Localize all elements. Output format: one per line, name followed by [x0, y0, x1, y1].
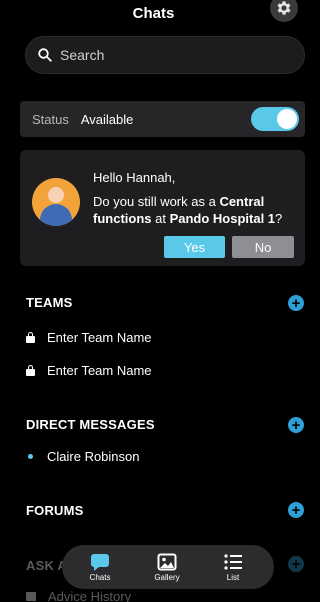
tab-list-label: List [226, 573, 240, 582]
teams-section-title: TEAMS [26, 295, 73, 310]
team-item[interactable]: Enter Team Name [26, 328, 152, 346]
greeting-text: Hello Hannah, [93, 170, 176, 185]
team-name: Enter Team Name [47, 329, 152, 345]
chat-bubble-icon [91, 554, 109, 571]
advice-history-item[interactable]: Advice History [26, 587, 131, 602]
team-item[interactable]: Enter Team Name [26, 361, 152, 379]
image-icon [157, 553, 177, 571]
page-title: Chats [132, 5, 175, 22]
plus-icon: + [291, 416, 301, 434]
advice-history-label: Advice History [48, 588, 132, 602]
add-team-button[interactable]: + [288, 295, 304, 311]
question-middle: at [151, 211, 170, 226]
lock-icon [26, 364, 35, 376]
direct-messages-section-title: DIRECT MESSAGES [26, 417, 155, 432]
contact-name: Claire Robinson [47, 448, 140, 464]
lock-icon [26, 331, 35, 343]
ask-section-title: ASK A [26, 558, 67, 573]
tab-gallery-label: Gallery [154, 573, 180, 582]
status-row: Status Available [20, 101, 305, 137]
yes-button[interactable]: Yes [164, 236, 225, 258]
add-forum-button[interactable]: + [288, 502, 304, 518]
avatar [32, 178, 80, 226]
avatar-head [48, 187, 64, 203]
forums-section-title: FORUMS [26, 503, 84, 518]
bottom-tab-bar: Chats Gallery List [62, 545, 274, 589]
search-input[interactable] [60, 47, 280, 63]
avatar-body [40, 204, 72, 226]
status-toggle[interactable] [251, 107, 299, 131]
no-button[interactable]: No [232, 236, 294, 258]
organization-name: Pando Hospital 1 [169, 211, 276, 226]
status-value: Available [80, 111, 134, 127]
add-ask-button[interactable]: + [288, 556, 304, 572]
tab-list[interactable]: List [203, 545, 263, 589]
folder-icon [26, 591, 36, 601]
direct-message-item[interactable]: Claire Robinson [26, 447, 140, 465]
question-prefix: Do you still work as a [93, 194, 220, 209]
tab-chats-label: Chats [89, 573, 111, 582]
search-icon [38, 48, 52, 62]
online-status-dot [28, 453, 33, 459]
status-label: Status [32, 111, 69, 127]
list-icon [224, 554, 242, 570]
gear-icon [277, 1, 291, 15]
plus-icon: + [291, 501, 301, 519]
question-suffix: ? [275, 211, 283, 226]
team-name: Enter Team Name [47, 362, 152, 378]
role-question: Do you still work as a Central functions… [93, 193, 298, 227]
header: Chats [0, 0, 307, 30]
role-confirmation-card: Hello Hannah, Do you still work as a Cen… [20, 150, 305, 266]
tab-chats[interactable]: Chats [70, 545, 130, 589]
add-direct-message-button[interactable]: + [288, 417, 304, 433]
toggle-knob [277, 109, 297, 129]
plus-icon: + [291, 555, 301, 573]
plus-icon: + [291, 294, 301, 312]
tab-gallery[interactable]: Gallery [137, 545, 197, 589]
search-bar[interactable] [25, 36, 305, 74]
